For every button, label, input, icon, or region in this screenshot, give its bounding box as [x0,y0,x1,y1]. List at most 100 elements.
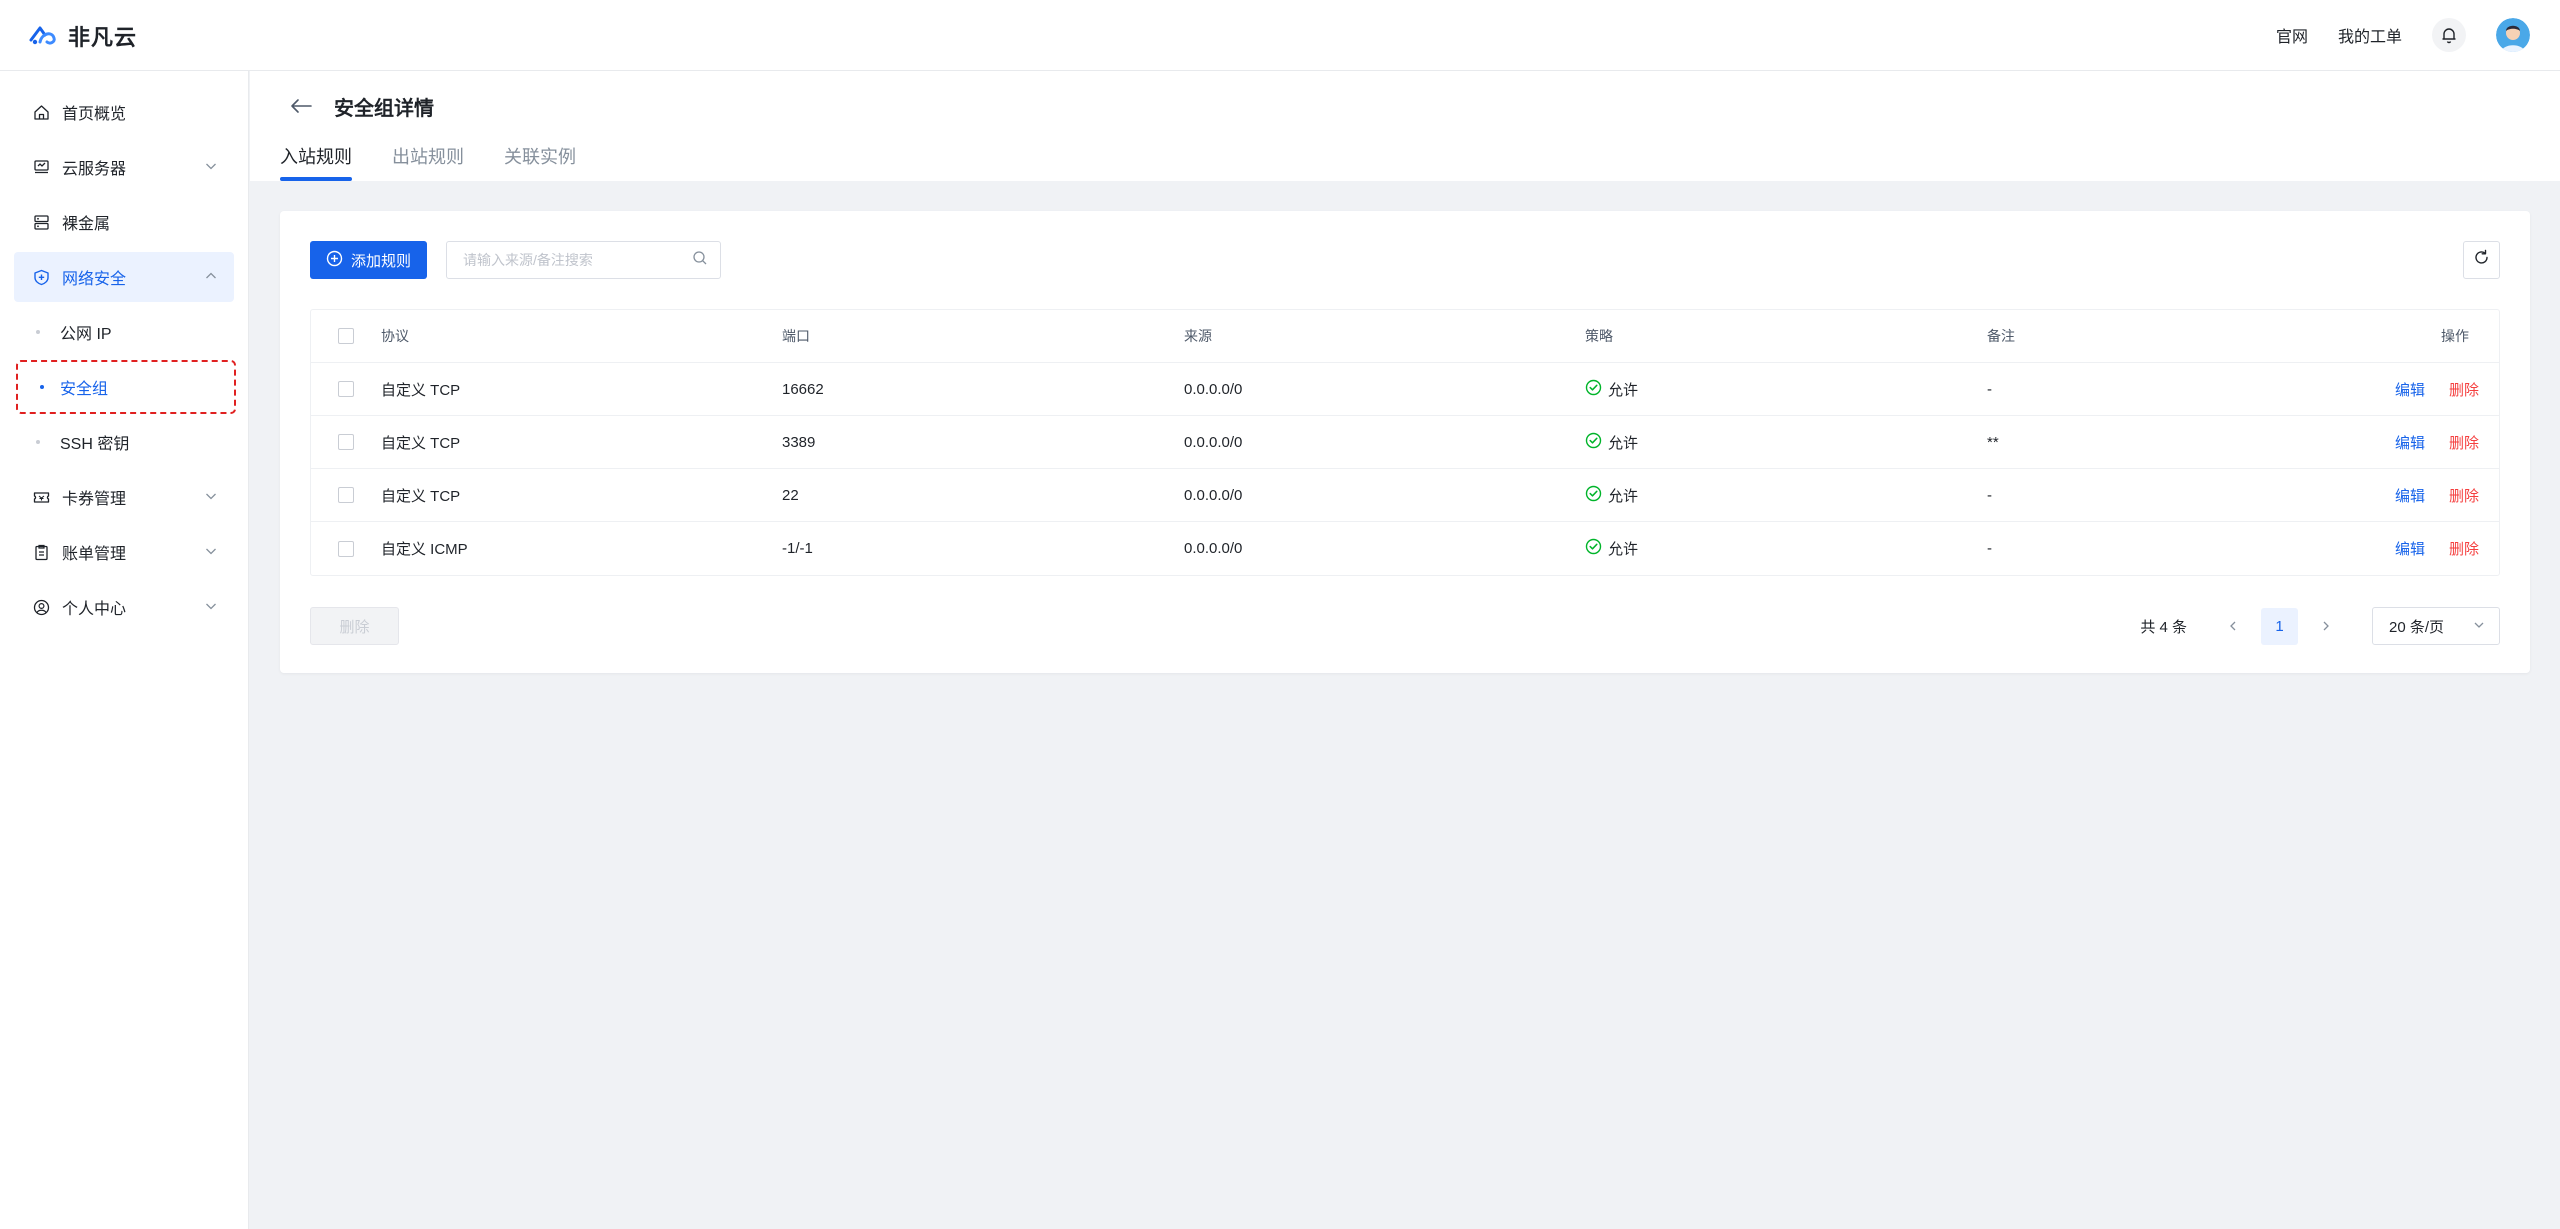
tab-inbound-rules[interactable]: 入站规则 [280,143,352,181]
cell-port: 16662 [782,380,824,398]
search-icon[interactable] [692,250,708,271]
search-input[interactable] [463,252,692,268]
cell-actions: 编辑 删除 [2389,485,2499,506]
rules-card: 添加规则 协议 端口 来源 策略 备注 操作 自定义 TCP 16662 0.0… [280,211,2530,673]
sidebar-item-label: 首页概览 [62,106,127,123]
sidebar-subitem-label: 安全组 [60,381,109,398]
sidebar-item-network-security[interactable]: 网络安全 [14,252,234,302]
column-header-actions: 操作 [2441,328,2469,344]
sidebar-item-label: 网络安全 [62,271,127,288]
edit-button[interactable]: 编辑 [2395,538,2425,559]
tab-outbound-rules[interactable]: 出站规则 [392,143,464,181]
avatar[interactable] [2496,18,2530,52]
cell-actions: 编辑 删除 [2389,379,2499,400]
check-circle-icon [1585,485,1602,506]
sidebar-item-home[interactable]: 首页概览 [14,87,234,137]
page-size-select[interactable]: 20 条/页 [2372,607,2500,645]
cell-actions: 编辑 删除 [2389,538,2499,559]
cell-port: -1/-1 [782,540,813,557]
cell-protocol: 自定义 TCP [381,487,461,505]
delete-button[interactable]: 删除 [2449,485,2479,506]
bullet-dot [36,440,40,444]
sidebar-item-billing[interactable]: 账单管理 [14,527,234,577]
bill-icon [32,543,50,561]
chevron-down-icon [204,544,218,563]
chevron-left-icon[interactable] [2215,608,2251,644]
cell-protocol: 自定义 TCP [381,434,461,452]
back-arrow-icon[interactable] [286,93,316,119]
table-row: 自定义 TCP 16662 0.0.0.0/0 允许 - 编辑 删除 [311,363,2499,416]
cell-remark: - [1987,486,1992,504]
check-circle-icon [1585,538,1602,559]
row-checkbox[interactable] [338,434,354,450]
policy-label: 允许 [1608,541,1639,558]
refresh-button[interactable] [2463,241,2500,279]
sidebar-item-coupons[interactable]: 卡券管理 [14,472,234,522]
cell-source: 0.0.0.0/0 [1184,380,1243,398]
row-checkbox[interactable] [338,381,354,397]
policy-label: 允许 [1608,434,1639,452]
column-header-protocol: 协议 [381,328,409,344]
refresh-icon [2473,249,2490,271]
sidebar-subitem-public-ip[interactable]: 公网 IP [14,307,234,357]
search-box [446,241,721,279]
bell-icon[interactable] [2432,18,2466,52]
cell-policy: 允许 [1585,485,1987,506]
chevron-down-icon [204,159,218,178]
add-rule-label: 添加规则 [350,252,411,270]
column-header-remark: 备注 [1987,328,2015,344]
user-icon [32,598,50,616]
cell-remark: - [1987,380,1992,398]
brand[interactable]: 非凡云 [28,20,137,52]
tab-linked-instances[interactable]: 关联实例 [504,143,576,181]
sidebar-item-label: 账单管理 [62,546,127,563]
page-title: 安全组详情 [334,98,434,120]
tab-bar: 入站规则 出站规则 关联实例 [280,143,576,181]
cell-source: 0.0.0.0/0 [1184,433,1243,451]
sidebar-item-personal-center[interactable]: 个人中心 [14,582,234,632]
cell-policy: 允许 [1585,538,1987,559]
page-number-current[interactable]: 1 [2261,607,2298,645]
chevron-down-icon [204,489,218,508]
edit-button[interactable]: 编辑 [2395,485,2425,506]
chevron-right-icon[interactable] [2308,608,2344,644]
cell-policy: 允许 [1585,432,1987,453]
edit-button[interactable]: 编辑 [2395,432,2425,453]
plus-circle-icon [326,250,343,271]
column-header-port: 端口 [782,328,810,344]
my-tickets-link[interactable]: 我的工单 [2338,23,2402,47]
bullet-dot [36,330,40,334]
select-all-checkbox[interactable] [338,328,354,344]
policy-label: 允许 [1608,487,1639,505]
sidebar-item-cloud-server[interactable]: 云服务器 [14,142,234,192]
chevron-down-icon [2473,618,2485,635]
pagination: 共 4 条 1 20 条/页 [2140,607,2500,645]
bulk-delete-button[interactable]: 删除 [310,607,399,645]
delete-button[interactable]: 删除 [2449,379,2479,400]
chevron-down-icon [204,599,218,618]
sidebar-subitem-security-group[interactable]: 安全组 [16,360,236,414]
cell-port: 22 [782,486,799,504]
baremetal-icon [32,213,50,231]
chevron-up-icon [204,269,218,288]
row-checkbox[interactable] [338,540,354,557]
delete-button[interactable]: 删除 [2449,538,2479,559]
sidebar-item-label: 卡券管理 [62,491,127,508]
official-site-link[interactable]: 官网 [2276,23,2308,47]
cell-remark: - [1987,540,1992,557]
sidebar-item-label: 个人中心 [62,601,127,618]
policy-label: 允许 [1608,381,1639,399]
sidebar-subitem-ssh-key[interactable]: SSH 密钥 [14,417,234,467]
sidebar-item-baremetal[interactable]: 裸金属 [14,197,234,247]
delete-button[interactable]: 删除 [2449,432,2479,453]
column-header-policy: 策略 [1585,328,1613,344]
total-count: 共 4 条 [2140,618,2187,636]
edit-button[interactable]: 编辑 [2395,379,2425,400]
sidebar-item-label: 云服务器 [62,161,127,178]
row-checkbox[interactable] [338,487,354,503]
rules-table: 协议 端口 来源 策略 备注 操作 自定义 TCP 16662 0.0.0.0/… [310,309,2500,576]
top-header: 非凡云 官网 我的工单 [0,0,2560,71]
cell-protocol: 自定义 ICMP [381,541,468,558]
brand-name: 非凡云 [68,25,138,50]
add-rule-button[interactable]: 添加规则 [310,241,427,279]
